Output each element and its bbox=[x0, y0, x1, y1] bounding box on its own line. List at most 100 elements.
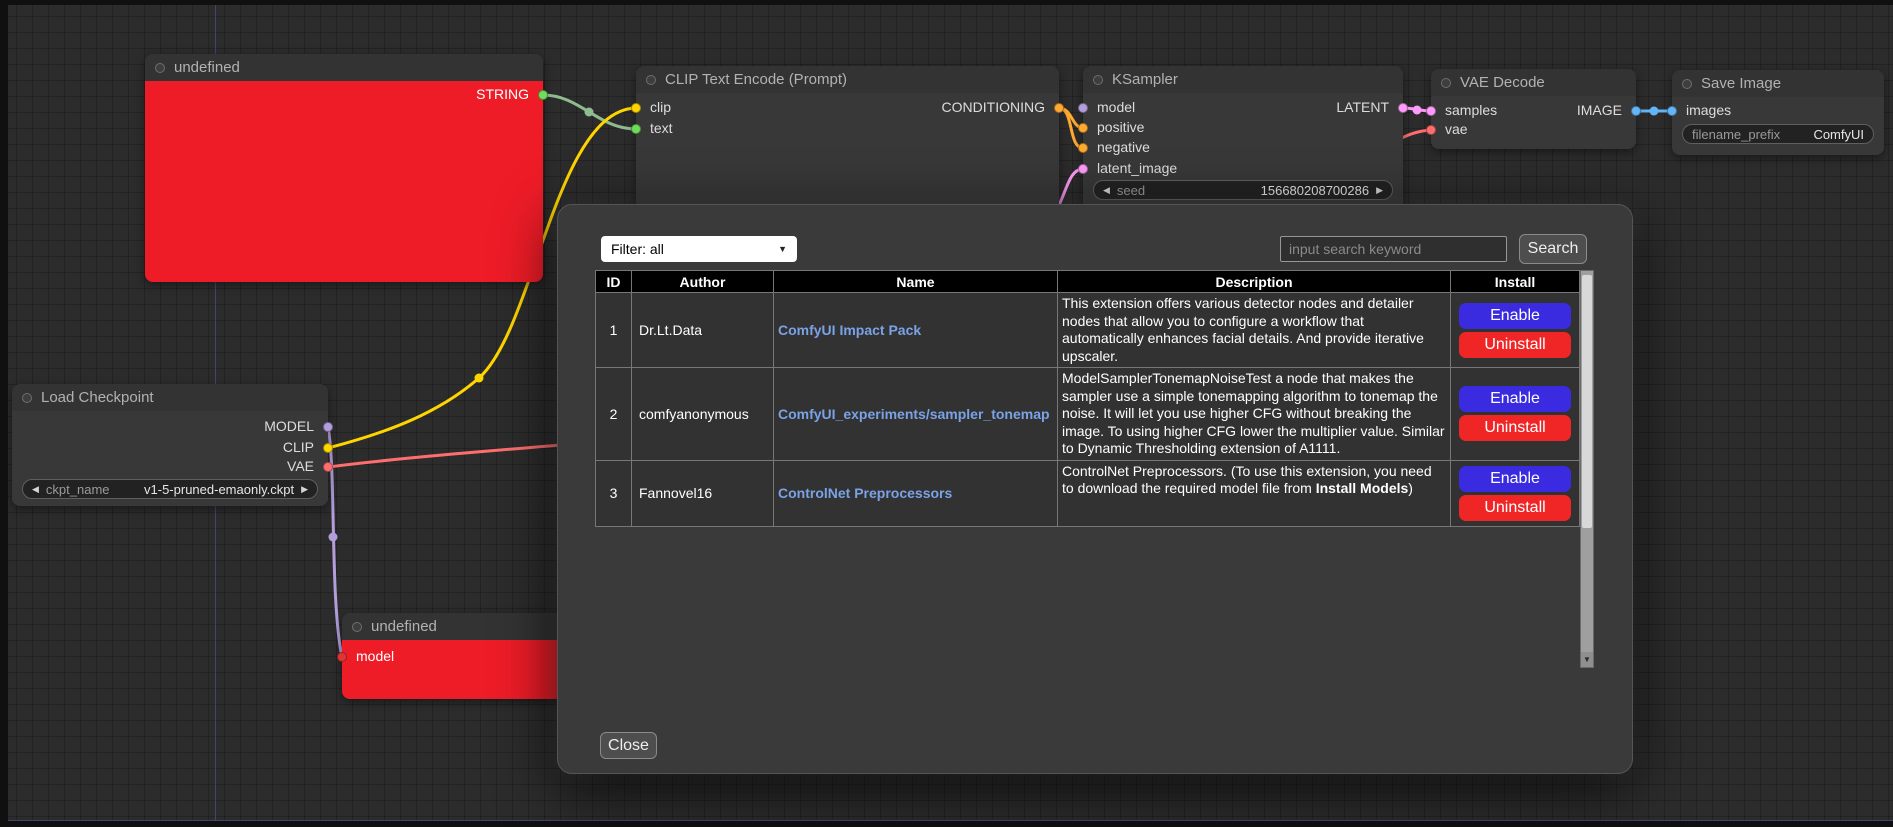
port-label: CONDITIONING bbox=[942, 99, 1045, 115]
wire-image-dot bbox=[1650, 107, 1659, 116]
scroll-down-button[interactable]: ▼ bbox=[1581, 652, 1593, 667]
extension-link[interactable]: ComfyUI_experiments/sampler_tonemap bbox=[778, 406, 1050, 422]
node-collapse-dot-icon[interactable] bbox=[155, 63, 165, 73]
node-title: Save Image bbox=[1701, 75, 1781, 92]
description-bold-text: Install Models bbox=[1316, 480, 1409, 496]
node-canvas[interactable]: undefined STRING CLIP Text Encode (Promp… bbox=[0, 0, 1893, 827]
widget-label: seed bbox=[1117, 183, 1145, 198]
port-clip-output[interactable] bbox=[323, 443, 333, 453]
filter-select[interactable]: Filter: all ▼ bbox=[601, 236, 797, 262]
node-collapse-dot-icon[interactable] bbox=[1441, 78, 1451, 88]
cell-install: Enable Uninstall bbox=[1451, 368, 1580, 461]
canvas-edge-left bbox=[0, 0, 8, 827]
filename-prefix-widget[interactable]: filename_prefix ComfyUI bbox=[1682, 124, 1874, 144]
dropdown-caret-icon: ▼ bbox=[778, 244, 787, 254]
port-model-input[interactable] bbox=[337, 652, 347, 662]
port-label: model bbox=[356, 648, 394, 664]
port-label: positive bbox=[1097, 119, 1144, 135]
close-button[interactable]: Close bbox=[600, 732, 657, 759]
scrollbar-thumb[interactable] bbox=[1582, 275, 1592, 528]
col-header-install: Install bbox=[1451, 271, 1580, 293]
port-image-output[interactable] bbox=[1631, 106, 1641, 116]
node-title: KSampler bbox=[1112, 71, 1178, 88]
node-title: undefined bbox=[174, 59, 240, 76]
port-conditioning-output[interactable] bbox=[1054, 103, 1064, 113]
canvas-edge-bottom bbox=[0, 821, 1893, 827]
ckpt-name-widget[interactable]: ◀ ckpt_name v1-5-pruned-emaonly.ckpt ▶ bbox=[22, 479, 318, 499]
port-vae-output[interactable] bbox=[323, 462, 333, 472]
cell-author: Fannovel16 bbox=[632, 460, 774, 526]
port-samples-input[interactable] bbox=[1426, 106, 1436, 116]
search-input[interactable] bbox=[1280, 236, 1507, 262]
node-title-bar[interactable]: CLIP Text Encode (Prompt) bbox=[636, 66, 1059, 93]
next-arrow-icon[interactable]: ▶ bbox=[301, 485, 308, 494]
cell-install: Enable Uninstall bbox=[1451, 293, 1580, 368]
node-collapse-dot-icon[interactable] bbox=[22, 393, 32, 403]
cell-description: This extension offers various detector n… bbox=[1058, 293, 1451, 368]
enable-button[interactable]: Enable bbox=[1459, 466, 1571, 492]
node-title-bar[interactable]: undefined bbox=[145, 54, 543, 81]
uninstall-button[interactable]: Uninstall bbox=[1459, 332, 1571, 358]
node-save-image[interactable]: Save Image images filename_prefix ComfyU… bbox=[1672, 70, 1884, 155]
decrement-arrow-icon[interactable]: ◀ bbox=[1103, 186, 1110, 195]
port-latent-image-input[interactable] bbox=[1078, 164, 1088, 174]
port-model-input[interactable] bbox=[1078, 103, 1088, 113]
cell-author: Dr.Lt.Data bbox=[632, 293, 774, 368]
port-label: samples bbox=[1445, 102, 1497, 118]
port-label: vae bbox=[1445, 121, 1468, 137]
port-label: IMAGE bbox=[1577, 102, 1622, 118]
port-model-output[interactable] bbox=[323, 422, 333, 432]
port-negative-input[interactable] bbox=[1078, 143, 1088, 153]
previous-arrow-icon[interactable]: ◀ bbox=[32, 485, 39, 494]
port-vae-input[interactable] bbox=[1426, 125, 1436, 135]
port-label: images bbox=[1686, 102, 1731, 118]
custom-nodes-manager-dialog: Filter: all ▼ Search ID Author Name Desc… bbox=[558, 205, 1632, 773]
table-row: 1 Dr.Lt.Data ComfyUI Impact Pack This ex… bbox=[596, 293, 1580, 368]
search-button[interactable]: Search bbox=[1519, 234, 1587, 264]
node-title-bar[interactable]: KSampler bbox=[1083, 66, 1403, 93]
port-label: LATENT bbox=[1336, 99, 1389, 115]
uninstall-button[interactable]: Uninstall bbox=[1459, 415, 1571, 441]
custom-nodes-table: ID Author Name Description Install 1 Dr.… bbox=[595, 270, 1580, 527]
cell-name: ControlNet Preprocessors bbox=[774, 460, 1058, 526]
port-positive-input[interactable] bbox=[1078, 123, 1088, 133]
scrollbar-track[interactable]: ▼ bbox=[1580, 270, 1594, 668]
cell-name: ComfyUI_experiments/sampler_tonemap bbox=[774, 368, 1058, 461]
extension-link[interactable]: ComfyUI Impact Pack bbox=[778, 322, 921, 338]
node-collapse-dot-icon[interactable] bbox=[646, 75, 656, 85]
node-title-bar[interactable]: Save Image bbox=[1672, 70, 1884, 97]
node-title-bar[interactable]: VAE Decode bbox=[1431, 69, 1636, 96]
node-title: Load Checkpoint bbox=[41, 389, 154, 406]
node-collapse-dot-icon[interactable] bbox=[352, 622, 362, 632]
seed-widget[interactable]: ◀ seed 156680208700286 ▶ bbox=[1093, 180, 1393, 200]
port-string-output[interactable] bbox=[538, 90, 548, 100]
port-label: text bbox=[650, 120, 673, 136]
table-row: 2 comfyanonymous ComfyUI_experiments/sam… bbox=[596, 368, 1580, 461]
node-vae-decode[interactable]: VAE Decode samples IMAGE vae bbox=[1431, 69, 1636, 149]
node-load-checkpoint[interactable]: Load Checkpoint MODEL CLIP VAE ◀ ckpt_na… bbox=[12, 384, 328, 506]
node-collapse-dot-icon[interactable] bbox=[1093, 75, 1103, 85]
port-label: STRING bbox=[476, 86, 529, 102]
uninstall-button[interactable]: Uninstall bbox=[1459, 495, 1571, 521]
wire-latent-dot bbox=[1413, 106, 1422, 115]
widget-label: ckpt_name bbox=[46, 482, 110, 497]
enable-button[interactable]: Enable bbox=[1459, 303, 1571, 329]
extension-link[interactable]: ControlNet Preprocessors bbox=[778, 485, 952, 501]
node-collapse-dot-icon[interactable] bbox=[1682, 79, 1692, 89]
cell-description: ControlNet Preprocessors. (To use this e… bbox=[1058, 460, 1451, 526]
cell-description: ModelSamplerTonemapNoiseTest a node that… bbox=[1058, 368, 1451, 461]
scroll-down-icon: ▼ bbox=[1583, 655, 1591, 664]
node-undefined-string[interactable]: undefined STRING bbox=[145, 54, 543, 282]
port-clip-input[interactable] bbox=[631, 103, 641, 113]
port-label: latent_image bbox=[1097, 160, 1177, 176]
col-header-name: Name bbox=[774, 271, 1058, 293]
node-ksampler[interactable]: KSampler model LATENT positive negative … bbox=[1083, 66, 1403, 216]
port-text-input[interactable] bbox=[631, 124, 641, 134]
enable-button[interactable]: Enable bbox=[1459, 386, 1571, 412]
node-title-bar[interactable]: Load Checkpoint bbox=[12, 384, 328, 411]
port-images-input[interactable] bbox=[1667, 106, 1677, 116]
cell-name: ComfyUI Impact Pack bbox=[774, 293, 1058, 368]
increment-arrow-icon[interactable]: ▶ bbox=[1376, 186, 1383, 195]
port-label: MODEL bbox=[264, 418, 314, 434]
port-latent-output[interactable] bbox=[1398, 103, 1408, 113]
